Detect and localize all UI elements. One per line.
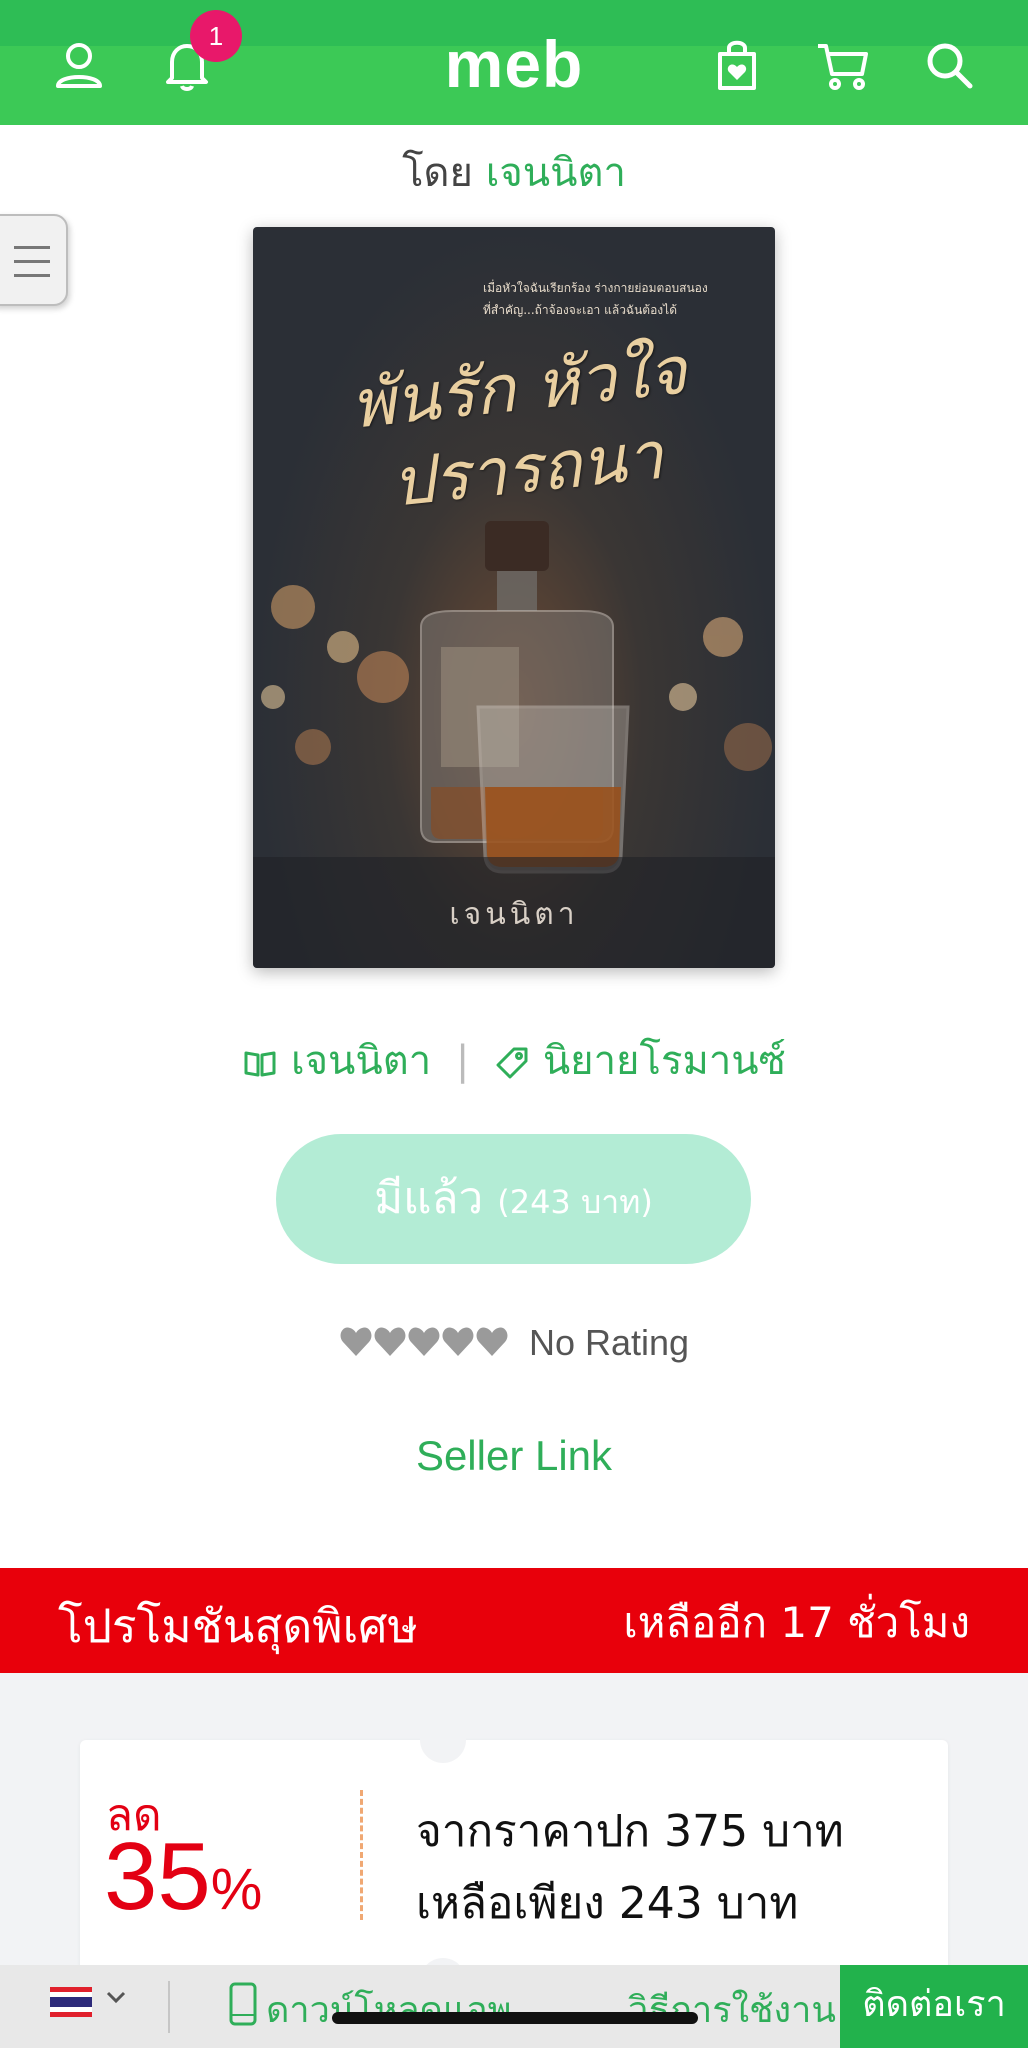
wishlist-bag-icon[interactable] — [708, 36, 766, 94]
cover-tagline-line: เมื่อหัวใจฉันเรียกร้อง ร่างกายย่อมตอบสนอ… — [483, 281, 708, 295]
menu-line — [14, 274, 50, 277]
cover-author: เจนนิตา — [449, 897, 579, 932]
heart-icon — [374, 1327, 406, 1356]
meta-author-link[interactable]: เจนนิตา — [291, 1038, 431, 1084]
rating-hearts — [339, 1322, 509, 1369]
author-link[interactable]: เจนนิตา — [486, 150, 626, 196]
side-menu-toggle[interactable] — [0, 214, 68, 306]
promotion-countdown: เหลืออีก 17 ชั่วโมง — [623, 1598, 970, 1647]
chevron-down-icon[interactable] — [104, 1985, 128, 2009]
byline: โดย เจนนิตา — [0, 140, 1028, 204]
book-meta: เจนนิตา | นิยายโรมานซ์ — [0, 1028, 1028, 1092]
menu-line — [14, 260, 50, 263]
owned-label: มีแล้ว — [374, 1173, 484, 1224]
heart-icon — [408, 1327, 440, 1356]
coupon-divider — [360, 1790, 363, 1920]
discount-number: 35 — [104, 1823, 211, 1930]
rating: No Rating — [0, 1322, 1028, 1369]
promotion-title: โปรโมชันสุดพิเศษ — [58, 1599, 418, 1653]
contact-us-button[interactable]: ติดต่อเรา — [840, 1965, 1028, 2048]
heart-icon — [476, 1327, 508, 1356]
book-open-icon — [242, 1045, 278, 1081]
cover-tagline-line: ที่สำคัญ...ถ้าจ้องจะเอา แล้วฉันต้องได้ — [483, 303, 677, 317]
seller-link[interactable]: Seller Link — [0, 1432, 1028, 1480]
phone-icon — [229, 1982, 257, 2026]
owned-price: (243 บาท) — [497, 1183, 653, 1221]
tag-icon — [494, 1045, 530, 1081]
meta-separator: | — [455, 1038, 470, 1084]
original-price: จากราคาปก 375 บาท — [416, 1806, 844, 1857]
thai-flag-icon[interactable] — [50, 1987, 92, 2017]
bottom-divider — [168, 1981, 170, 2033]
book-cover[interactable]: เมื่อหัวใจฉันเรียกร้อง ร่างกายย่อมตอบสนอ… — [253, 227, 775, 968]
discount-unit: % — [210, 1857, 263, 1922]
cover-tagline: เมื่อหัวใจฉันเรียกร้อง ร่างกายย่อมตอบสนอ… — [483, 277, 763, 321]
cart-icon[interactable] — [814, 36, 872, 94]
coupon-notch — [420, 1717, 466, 1763]
how-to-use-link[interactable]: วิธีการใช้งาน — [628, 1981, 836, 2038]
final-price: เหลือเพียง 243 บาท — [416, 1878, 799, 1929]
home-indicator — [332, 2012, 698, 2024]
discount-coupon: ลด 35% จากราคาปก 375 บาท เหลือเพียง 243 … — [80, 1717, 948, 2004]
top-navigation-bar: 1 meb — [0, 0, 1028, 125]
owned-button[interactable]: มีแล้ว (243 บาท) — [276, 1134, 751, 1264]
promotion-banner: โปรโมชันสุดพิเศษ เหลืออีก 17 ชั่วโมง — [0, 1568, 1028, 1673]
by-label: โดย — [402, 150, 473, 196]
heart-icon — [442, 1327, 474, 1356]
meb-logo[interactable]: meb — [0, 26, 1028, 102]
rating-label: No Rating — [528, 1322, 690, 1364]
download-app-link[interactable]: ดาวน์โหลดแอพ — [266, 1981, 511, 2038]
heart-icon — [340, 1327, 372, 1356]
meta-category-link[interactable]: นิยายโรมานซ์ — [543, 1038, 786, 1084]
bottom-bar: ดาวน์โหลดแอพ วิธีการใช้งาน ติดต่อเรา — [0, 1965, 1028, 2048]
search-icon[interactable] — [920, 36, 978, 94]
discount-value: 35% — [104, 1822, 262, 1932]
menu-line — [14, 246, 50, 249]
